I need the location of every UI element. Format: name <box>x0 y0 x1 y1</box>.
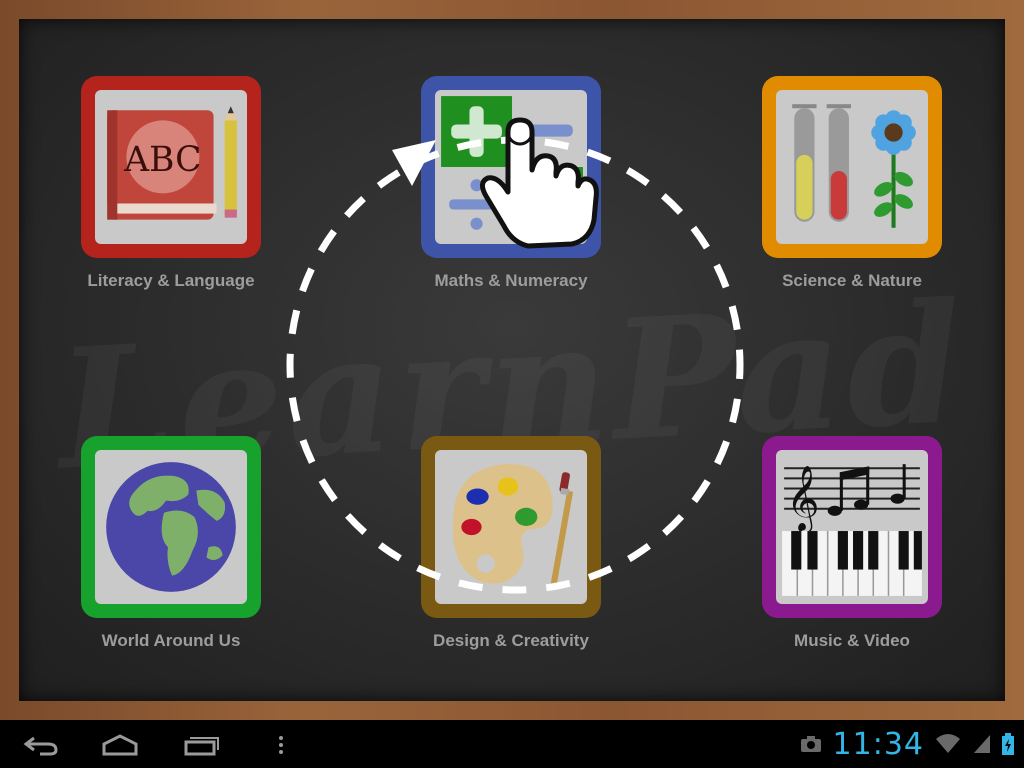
tile-world[interactable] <box>81 436 261 618</box>
label-literacy: Literacy & Language <box>87 271 255 290</box>
tile-science[interactable] <box>762 76 942 258</box>
signal-icon <box>974 735 990 753</box>
globe-icon <box>95 450 247 604</box>
status-area: 11:34 <box>799 726 1014 762</box>
clock-time: 11:34 <box>832 726 924 762</box>
tile-design[interactable] <box>421 436 601 618</box>
back-icon[interactable] <box>22 732 60 758</box>
music-piano-icon: 𝄞 <box>776 450 928 604</box>
tile-music[interactable]: 𝄞 <box>762 436 942 618</box>
paint-palette-icon <box>435 450 587 604</box>
label-maths: Maths & Numeracy <box>434 271 588 290</box>
label-science: Science & Nature <box>782 271 922 290</box>
tile-literacy[interactable]: ABC <box>81 76 261 258</box>
menu-icon[interactable] <box>276 732 286 758</box>
battery-icon <box>1002 733 1014 755</box>
system-navbar: 11:34 <box>0 720 1024 768</box>
test-tubes-flower-icon <box>776 90 928 244</box>
camera-icon[interactable] <box>799 734 823 754</box>
label-world: World Around Us <box>101 631 241 650</box>
home-icon[interactable] <box>100 732 140 758</box>
chalkboard: LearnPad ABC Literacy & Language <box>19 19 1005 701</box>
book-abc-text: ABC <box>123 140 201 180</box>
wifi-icon <box>936 734 960 753</box>
recent-apps-icon[interactable] <box>182 732 220 758</box>
tile-maths[interactable] <box>421 76 601 258</box>
label-music: Music & Video <box>794 631 910 650</box>
math-symbols-icon <box>435 90 587 244</box>
label-design: Design & Creativity <box>433 631 589 650</box>
book-abc-icon: ABC <box>95 90 247 244</box>
chalkboard-frame: LearnPad ABC Literacy & Language <box>0 0 1024 720</box>
svg-text:𝄞: 𝄞 <box>786 465 820 534</box>
